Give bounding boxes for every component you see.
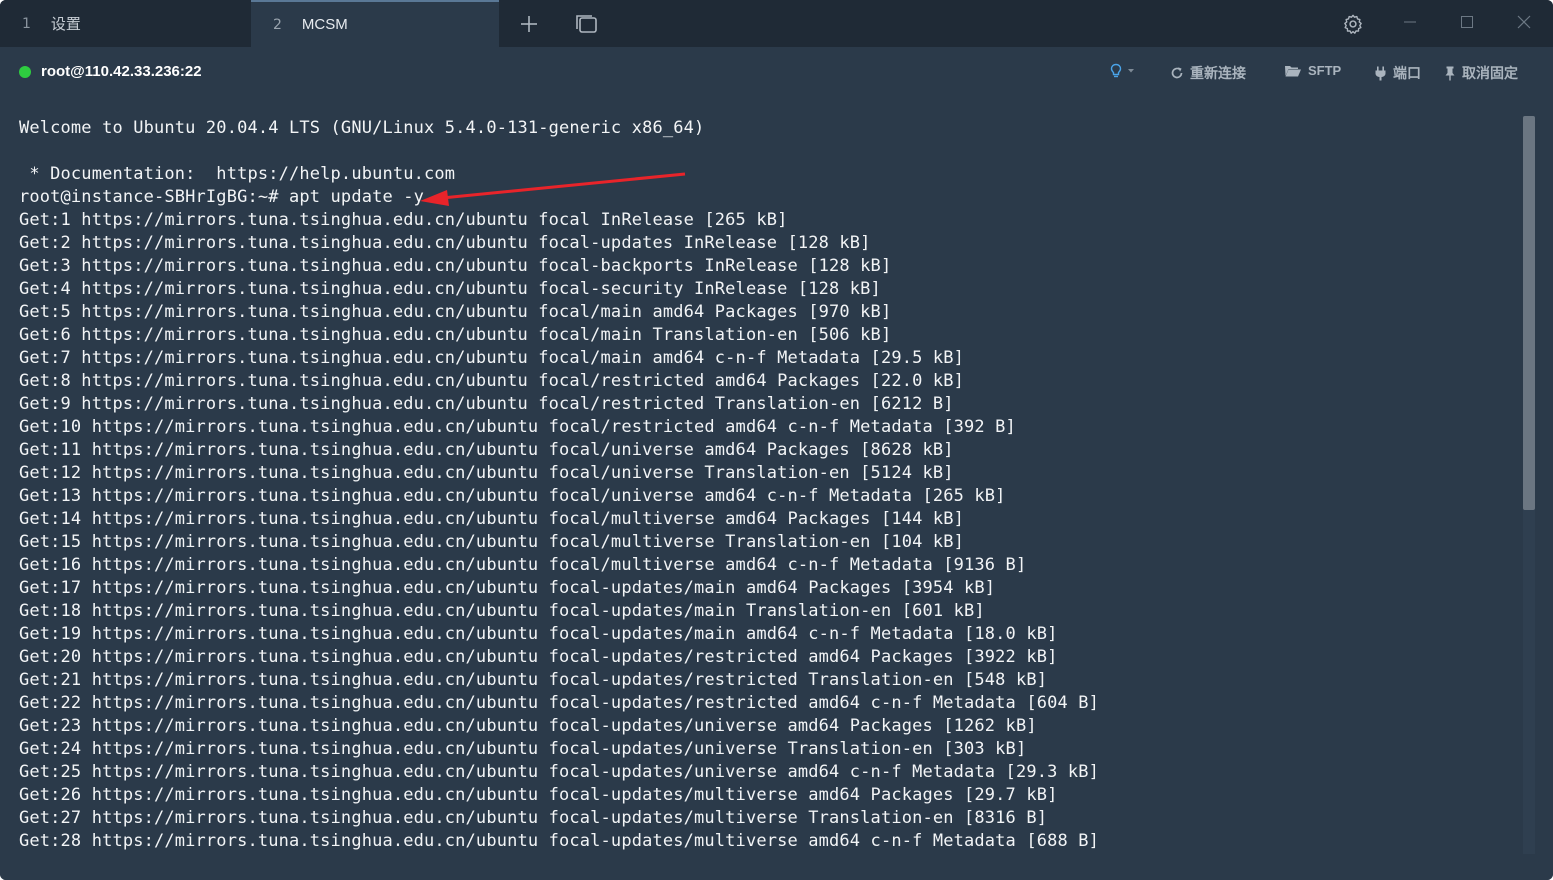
terminal-line: Get:12 https://mirrors.tuna.tsinghua.edu… (19, 463, 954, 483)
terminal-line: Get:16 https://mirrors.tuna.tsinghua.edu… (19, 555, 1027, 575)
scrollbar-thumb[interactable] (1523, 116, 1535, 510)
tab-label: 设置 (50, 16, 81, 33)
tab-bar: 1 设置 2 MCSM (0, 0, 1553, 47)
port-label: 端口 (1393, 65, 1421, 81)
terminal-line: Get:14 https://mirrors.tuna.tsinghua.edu… (19, 509, 965, 529)
terminal-line: Get:6 https://mirrors.tuna.tsinghua.edu.… (19, 325, 892, 345)
terminal-line: Get:24 https://mirrors.tuna.tsinghua.edu… (19, 739, 1027, 759)
terminal-line: Get:8 https://mirrors.tuna.tsinghua.edu.… (19, 371, 965, 391)
reconnect-button[interactable]: 重新连接 (1170, 63, 1246, 83)
sftp-button[interactable]: SFTP (1284, 63, 1341, 78)
tab-label: MCSM (301, 16, 348, 33)
terminal-line: Get:1 https://mirrors.tuna.tsinghua.edu.… (19, 210, 788, 230)
maximize-button[interactable] (1452, 10, 1482, 34)
tab-mcsm[interactable]: 2 MCSM (251, 0, 499, 47)
split-window-button[interactable] (571, 10, 601, 38)
plus-icon (521, 16, 537, 32)
caret-down-icon (1128, 69, 1134, 73)
refresh-icon (1171, 67, 1183, 79)
folder-open-icon (1285, 65, 1301, 76)
close-button[interactable] (1509, 10, 1539, 34)
gear-icon (1344, 14, 1362, 34)
session-toolbar: root@110.42.33.236:22 重新连接 SFTP 端口 取消固定 (0, 47, 1553, 99)
unpin-label: 取消固定 (1462, 65, 1518, 81)
hint-dropdown[interactable] (1109, 63, 1141, 79)
terminal-line: Get:11 https://mirrors.tuna.tsinghua.edu… (19, 440, 954, 460)
terminal-line: Get:22 https://mirrors.tuna.tsinghua.edu… (19, 693, 1100, 713)
terminal-text: Welcome to Ubuntu 20.04.4 LTS (GNU/Linux… (19, 117, 1099, 853)
new-tab-button[interactable] (514, 10, 544, 38)
terminal-line: Get:23 https://mirrors.tuna.tsinghua.edu… (19, 716, 1037, 736)
terminal-line: Get:15 https://mirrors.tuna.tsinghua.edu… (19, 532, 965, 552)
tab-index: 2 (273, 16, 282, 33)
minimize-icon (1404, 21, 1416, 23)
terminal-line: Get:17 https://mirrors.tuna.tsinghua.edu… (19, 578, 996, 598)
terminal-line: Get:25 https://mirrors.tuna.tsinghua.edu… (19, 762, 1100, 782)
terminal-line: Get:19 https://mirrors.tuna.tsinghua.edu… (19, 624, 1058, 644)
terminal-line: Get:4 https://mirrors.tuna.tsinghua.edu.… (19, 279, 881, 299)
terminal-line: root@instance-SBHrIgBG:~# apt update -y (19, 187, 425, 207)
terminal-line: Get:7 https://mirrors.tuna.tsinghua.edu.… (19, 348, 965, 368)
terminal-line: Get:13 https://mirrors.tuna.tsinghua.edu… (19, 486, 1006, 506)
terminal-line: Get:26 https://mirrors.tuna.tsinghua.edu… (19, 785, 1058, 805)
host-address: root@110.42.33.236:22 (41, 63, 202, 80)
unpin-button[interactable]: 取消固定 (1444, 63, 1518, 83)
connection-status-dot (19, 66, 31, 78)
terminal-line: Get:20 https://mirrors.tuna.tsinghua.edu… (19, 647, 1058, 667)
minimize-button[interactable] (1395, 10, 1425, 34)
lightbulb-icon (1110, 63, 1122, 78)
tab-settings[interactable]: 1 设置 (0, 0, 250, 47)
terminal-line: Get:3 https://mirrors.tuna.tsinghua.edu.… (19, 256, 892, 276)
terminal-line: Welcome to Ubuntu 20.04.4 LTS (GNU/Linux… (19, 118, 705, 138)
terminal-line: Get:5 https://mirrors.tuna.tsinghua.edu.… (19, 302, 892, 322)
pin-icon (1445, 66, 1455, 80)
terminal-line: Get:10 https://mirrors.tuna.tsinghua.edu… (19, 417, 1016, 437)
terminal-line: Get:9 https://mirrors.tuna.tsinghua.edu.… (19, 394, 954, 414)
terminal-line: * Documentation: https://help.ubuntu.com (19, 164, 456, 184)
terminal-output[interactable]: Welcome to Ubuntu 20.04.4 LTS (GNU/Linux… (0, 99, 1553, 880)
port-button[interactable]: 端口 (1374, 63, 1421, 83)
maximize-icon (1461, 16, 1473, 28)
terminal-window: 1 设置 2 MCSM root@110.42.33.236:22 重新连接 S… (0, 0, 1553, 880)
window-copy-icon (576, 15, 597, 33)
terminal-line: Get:2 https://mirrors.tuna.tsinghua.edu.… (19, 233, 871, 253)
settings-button[interactable] (1338, 10, 1368, 38)
close-icon (1517, 15, 1531, 29)
reconnect-label: 重新连接 (1190, 65, 1246, 81)
plug-icon (1375, 66, 1386, 80)
tab-index: 1 (22, 15, 31, 32)
sftp-label: SFTP (1308, 63, 1342, 78)
terminal-line: Get:21 https://mirrors.tuna.tsinghua.edu… (19, 670, 1048, 690)
terminal-line: Get:28 https://mirrors.tuna.tsinghua.edu… (19, 831, 1100, 851)
terminal-line: Get:27 https://mirrors.tuna.tsinghua.edu… (19, 808, 1048, 828)
terminal-line: Get:18 https://mirrors.tuna.tsinghua.edu… (19, 601, 985, 621)
terminal-scrollbar[interactable] (1523, 116, 1535, 854)
